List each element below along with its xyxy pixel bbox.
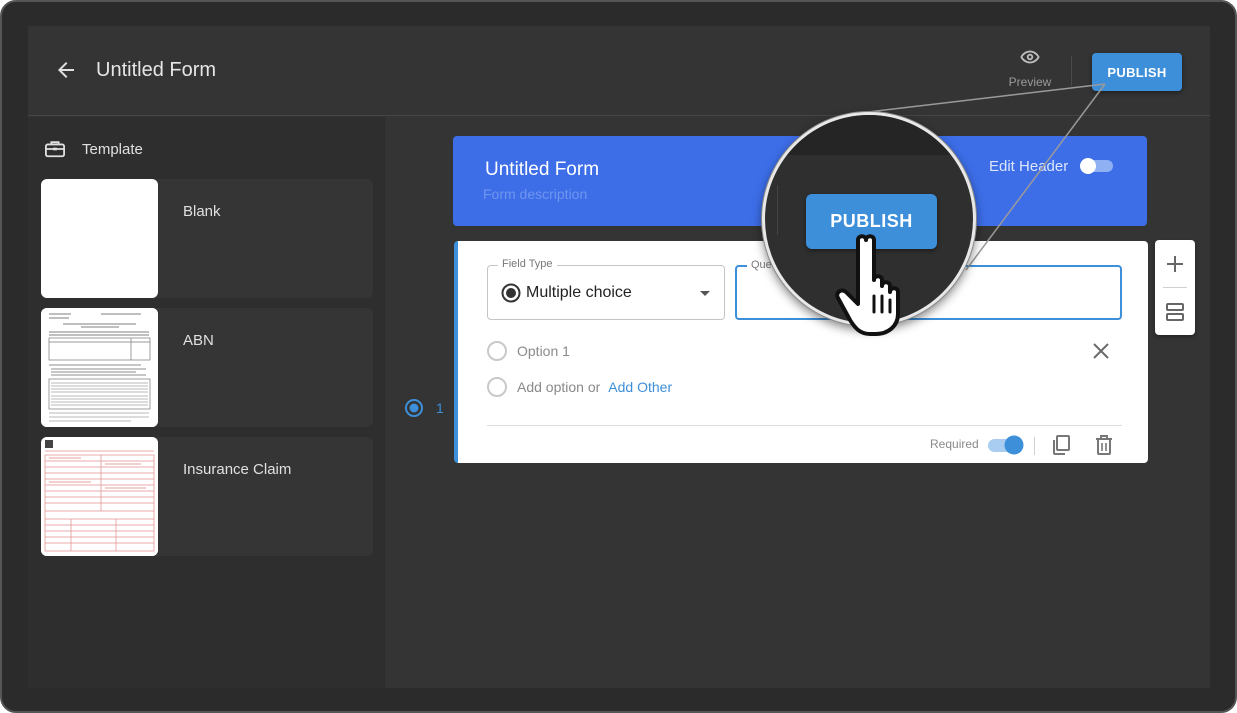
template-item-abn[interactable]: ABN: [41, 308, 373, 427]
edit-header-label: Edit Header: [989, 158, 1069, 175]
back-button[interactable]: [54, 58, 78, 82]
publish-button[interactable]: PUBLISH: [1092, 53, 1182, 91]
section-icon: [1166, 303, 1184, 321]
radio-selected-icon: [501, 283, 521, 303]
template-item-insurance-claim[interactable]: Insurance Claim: [41, 437, 373, 556]
eye-icon: [1020, 50, 1040, 64]
question-number[interactable]: 1: [404, 398, 444, 418]
radio-unselected-icon: [487, 377, 507, 397]
template-thumbnail-blank: [41, 179, 158, 298]
required-toggle[interactable]: [986, 434, 1026, 456]
remove-option-button[interactable]: [1092, 342, 1110, 360]
copy-icon: [1053, 435, 1070, 455]
form-title[interactable]: Untitled Form: [485, 159, 599, 181]
required-label: Required: [930, 437, 979, 451]
caret-down-icon: [700, 291, 710, 296]
side-toolbar: [1155, 240, 1195, 335]
topbar-divider: [1071, 56, 1072, 86]
option-row[interactable]: Option 1: [487, 340, 570, 362]
field-type-label: Field Type: [498, 258, 557, 270]
field-type-value: Multiple choice: [526, 284, 632, 301]
template-thumbnail-abn: [41, 308, 158, 427]
edit-header-toggle[interactable]: [1079, 158, 1115, 174]
template-item-blank[interactable]: Blank: [41, 179, 373, 298]
briefcase-icon: [45, 141, 65, 158]
arrow-left-icon: [58, 62, 74, 78]
magnifier-divider: [777, 185, 778, 235]
preview-label: Preview: [1008, 75, 1052, 89]
template-sidebar: Template Blank ABN Insurance Claim: [28, 117, 385, 688]
add-section-button[interactable]: [1163, 300, 1187, 324]
form-description-input[interactable]: Form description: [483, 186, 587, 202]
template-label: Blank: [183, 203, 221, 220]
magnifier-topbar: [765, 115, 973, 155]
side-toolbar-divider: [1163, 287, 1187, 288]
sidebar-header-label: Template: [82, 140, 143, 158]
question-number-label: 1: [436, 400, 444, 416]
card-divider: [487, 425, 1122, 426]
plus-icon: [1167, 256, 1183, 272]
toolbar-divider: [1034, 437, 1035, 455]
trash-icon: [1096, 435, 1112, 455]
add-option-row: Add option or Add Other: [487, 376, 672, 398]
sidebar-header: Template: [44, 137, 143, 161]
template-label: Insurance Claim: [183, 461, 292, 478]
field-type-select[interactable]: Field Type Multiple choice: [487, 258, 725, 320]
add-other-button[interactable]: Add Other: [608, 379, 672, 395]
duplicate-button[interactable]: [1051, 434, 1071, 456]
template-label: ABN: [183, 332, 214, 349]
radio-unselected-icon: [487, 341, 507, 361]
add-option-button[interactable]: Add option or: [517, 379, 600, 395]
option-label[interactable]: Option 1: [517, 343, 570, 359]
preview-button[interactable]: Preview: [1000, 46, 1060, 89]
close-icon: [1093, 343, 1109, 359]
add-question-button[interactable]: [1163, 252, 1187, 276]
app-screen: Untitled Form Preview PUBLISH Template B…: [28, 26, 1210, 688]
template-thumbnail-insurance-claim: [41, 437, 158, 556]
pointer-hand-icon: [830, 230, 930, 340]
page-title: Untitled Form: [96, 59, 217, 81]
delete-button[interactable]: [1094, 434, 1114, 456]
top-bar: Untitled Form Preview PUBLISH: [28, 26, 1210, 116]
radio-selected-icon: [405, 399, 423, 417]
